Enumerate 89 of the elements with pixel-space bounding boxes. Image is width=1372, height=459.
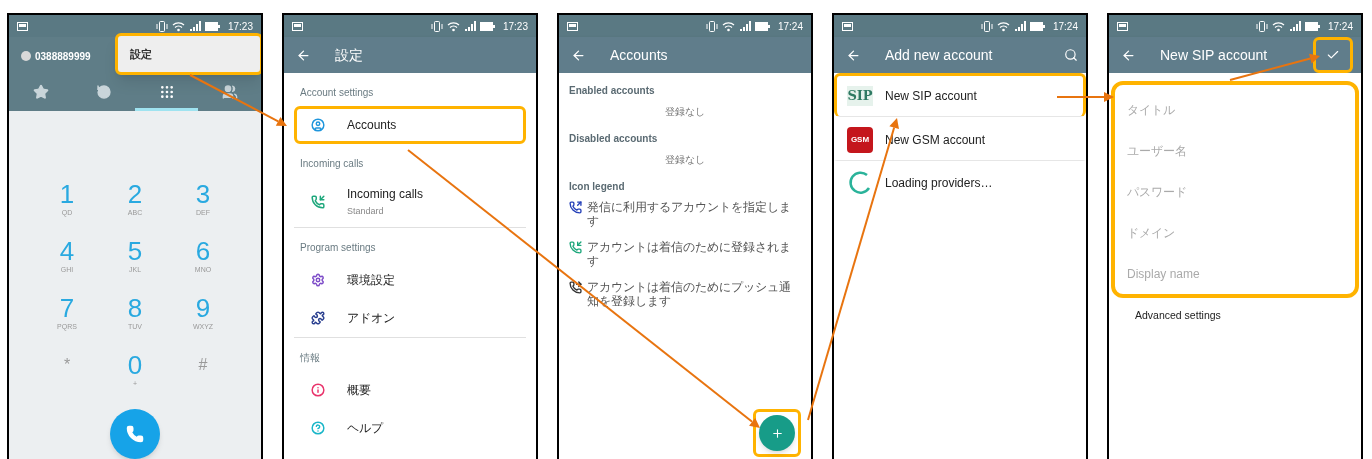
vibrate-icon [430,20,443,32]
section-heading: Account settings [299,86,375,100]
wifi-icon [721,20,735,32]
status-time: 17:23 [502,19,528,34]
dial-key[interactable]: # [169,350,237,407]
signal-icon [463,21,476,31]
settings-item[interactable]: Incoming calls Standard [294,177,526,227]
back-button[interactable] [571,47,586,63]
screen-title: Accounts [610,45,669,65]
phone-incoming-icon [569,241,582,254]
back-button[interactable] [296,47,311,63]
settings-item[interactable]: ヘルプ [294,409,526,447]
section-heading: 情報 [299,351,321,365]
battery-icon [1029,21,1045,31]
phone-push-icon [569,281,582,294]
status-time: 17:24 [1327,19,1353,34]
settings-icon [311,273,325,287]
wifi-icon [1271,20,1285,32]
wifi-icon [171,20,185,32]
screen-title: New SIP account [1160,45,1269,65]
notification-icon [17,21,28,31]
legend-text: アカウントは着信のために登録されます [587,240,792,268]
back-button[interactable] [846,47,861,63]
wifi-icon [996,20,1010,32]
input-field[interactable]: ドメイン [1127,212,1343,253]
sip-logo: SIP [847,86,873,106]
input-field[interactable]: ユーザー名 [1127,130,1343,171]
signal-icon [188,21,201,31]
settings-item[interactable]: アドオン [294,299,526,337]
signal-icon [738,21,751,31]
help-icon [311,421,325,435]
account-icon [311,118,325,132]
section-heading: Incoming calls [299,157,365,171]
status-time: 17:24 [777,19,803,34]
status-time: 17:23 [227,19,253,34]
screen-title: 設定 [335,45,364,65]
status-time: 17:24 [1052,19,1078,34]
settings-item[interactable]: 環境設定 [294,261,526,299]
phone-icon [126,425,144,443]
screen-title: Add new account [885,45,994,65]
dialpad-icon [158,83,175,100]
star-icon [32,83,49,100]
loading-spinner-icon [847,170,873,196]
input-field[interactable]: Display name [1127,253,1343,294]
phone-incoming-icon [311,195,325,209]
call-button[interactable] [110,409,160,459]
notification-icon [567,21,578,31]
add-button[interactable] [759,415,795,451]
group-heading: Enabled accounts [569,84,656,98]
puzzle-icon [311,311,325,325]
notification-icon [1117,21,1128,31]
people-icon [221,83,238,100]
signal-icon [1288,21,1301,31]
settings-item[interactable]: 概要 [294,371,526,409]
input-field[interactable]: パスワード [1127,171,1343,212]
legend-text: 発信に利用するアカウントを指定します [587,200,792,228]
battery-icon [1304,21,1320,31]
info-icon [311,383,325,397]
battery-icon [479,21,495,31]
gsm-logo: GSM [847,127,873,153]
vibrate-icon [705,20,718,32]
notification-icon [292,21,303,31]
dial-key[interactable]: * [33,350,101,407]
back-button[interactable] [1121,47,1136,63]
search-button[interactable] [1064,48,1078,62]
plus-icon [770,426,784,440]
empty-text: 登録なし [664,153,706,167]
vibrate-icon [1255,20,1268,32]
wifi-icon [446,20,460,32]
group-heading: Icon legend [569,180,626,194]
notification-icon [842,21,853,31]
account-number: 0388889999 [35,49,91,64]
account-type-item[interactable]: SIP New SIP account [834,73,1086,117]
battery-icon [204,21,220,31]
group-heading: Disabled accounts [569,132,659,146]
account-type-item[interactable]: Loading providers… [834,161,1086,205]
input-field[interactable]: タイトル [1127,89,1343,130]
advanced-settings-item[interactable]: Advanced settings [1111,298,1359,324]
signal-icon [1013,21,1026,31]
battery-icon [754,21,770,31]
vibrate-icon [155,20,168,32]
check-icon [1326,48,1340,62]
settings-item[interactable]: Accounts [294,106,526,144]
menu-item[interactable]: 設定 [118,36,260,72]
arrow [1056,92,1114,102]
vibrate-icon [980,20,993,32]
section-heading: Program settings [299,241,377,255]
phone-outgoing-icon [569,201,582,214]
empty-text: 登録なし [664,105,706,119]
